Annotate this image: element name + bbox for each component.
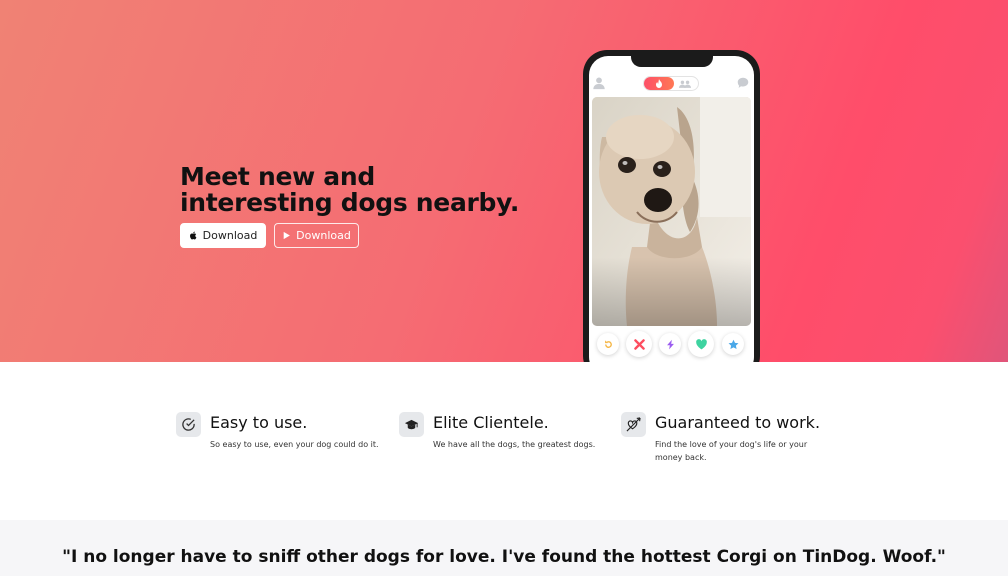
phone-mockup: [583, 50, 760, 362]
apple-download-label: Download: [202, 229, 258, 242]
play-download-button[interactable]: Download: [274, 223, 359, 248]
group-icon: [679, 80, 691, 88]
nope-button[interactable]: [626, 331, 652, 357]
super-like-button[interactable]: [722, 333, 744, 355]
chat-icon[interactable]: [736, 76, 750, 90]
flame-icon: [656, 79, 662, 88]
close-icon: [633, 338, 645, 350]
testimonial-quote: "I no longer have to sniff other dogs fo…: [62, 547, 946, 567]
feature-title: Elite Clientele.: [433, 413, 549, 432]
app-top-bar: [589, 76, 754, 96]
dog-photo[interactable]: [592, 97, 751, 326]
play-download-label: Download: [296, 229, 351, 242]
check-circle-icon: [176, 412, 201, 437]
toggle-active[interactable]: [644, 77, 674, 90]
like-button[interactable]: [688, 331, 714, 357]
rewind-icon: [604, 339, 612, 348]
phone-screen: [589, 56, 754, 362]
testimonial-section: "I no longer have to sniff other dogs fo…: [0, 520, 1008, 576]
rewind-button[interactable]: [597, 333, 619, 355]
feature-title: Easy to use.: [210, 413, 308, 432]
play-icon: [283, 231, 291, 240]
star-icon: [728, 339, 738, 349]
discover-toggle[interactable]: [643, 76, 699, 91]
heart-arrow-icon: [621, 412, 646, 437]
apple-icon: [189, 231, 197, 240]
apple-download-button[interactable]: Download: [180, 223, 266, 248]
profile-icon[interactable]: [592, 76, 606, 90]
boost-icon: [666, 339, 674, 349]
graduation-cap-icon: [399, 412, 424, 437]
hero-section: Meet new and interesting dogs nearby. Do…: [0, 0, 1008, 362]
feature-text: We have all the dogs, the greatest dogs.: [433, 440, 596, 449]
swipe-actions: [589, 331, 754, 361]
feature-text: So easy to use, even your dog could do i…: [210, 440, 379, 449]
features-section: Easy to use. So easy to use, even your d…: [0, 362, 1008, 520]
dog-illustration: [592, 97, 751, 326]
hero-title: Meet new and interesting dogs nearby.: [180, 162, 520, 217]
feature-text: Find the love of your dog's life or your…: [655, 440, 808, 462]
feature-title: Guaranteed to work.: [655, 413, 821, 432]
heart-icon: [695, 338, 707, 349]
phone-notch: [631, 56, 713, 67]
boost-button[interactable]: [659, 333, 681, 355]
